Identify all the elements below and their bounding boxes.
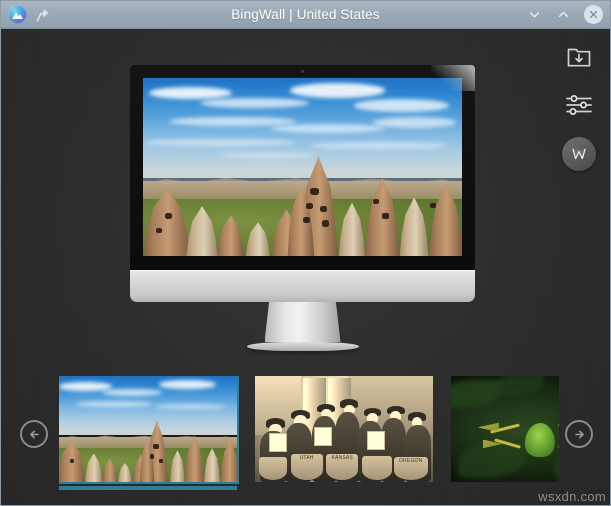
monitor-stand-neck <box>264 302 341 342</box>
carousel-prev-button[interactable] <box>20 420 48 448</box>
titlebar: BingWall | United States <box>1 1 610 29</box>
titlebar-left-controls <box>1 5 128 24</box>
list-item[interactable] <box>59 376 239 490</box>
banner-label-kansas: KANSAS <box>326 454 359 480</box>
webcam-dot <box>301 70 304 73</box>
selected-indicator <box>59 486 237 490</box>
bingwall-app-icon <box>8 5 27 24</box>
thumbnail-carousel: UTAH KANSAS OREGON <box>1 374 610 505</box>
bingwall-window: BingWall | United States UTAH KANSAS ORE… <box>0 0 611 506</box>
thumbnail-cappadocia[interactable] <box>59 376 239 484</box>
list-item[interactable] <box>451 376 559 482</box>
monitor-stand-base <box>246 342 359 351</box>
wallpaper-preview-image[interactable] <box>143 78 462 256</box>
window-controls <box>483 5 610 24</box>
pin-icon[interactable] <box>35 7 51 23</box>
main-content: UTAH KANSAS OREGON wsxdn.com <box>1 29 610 505</box>
sliders-icon[interactable] <box>562 89 596 121</box>
thumbnail-suffragettes[interactable]: UTAH KANSAS OREGON <box>255 376 433 482</box>
banner-label-oregon: OREGON <box>393 456 428 480</box>
monitor-chin <box>130 270 475 302</box>
banner-label-utah: UTAH <box>290 454 323 480</box>
monitor-preview <box>130 65 475 351</box>
site-watermark: wsxdn.com <box>538 489 606 504</box>
thumb-suffragettes-scene: UTAH KANSAS OREGON <box>255 376 433 482</box>
thumbnail-list: UTAH KANSAS OREGON <box>59 376 559 502</box>
carousel-next-button[interactable] <box>565 420 593 448</box>
chevron-down-icon[interactable] <box>526 6 543 23</box>
close-icon[interactable] <box>584 5 603 24</box>
folder-download-icon[interactable] <box>562 41 596 73</box>
thumb-cappadocia-scene <box>59 376 237 482</box>
thumbnail-flying-frog[interactable] <box>451 376 559 482</box>
side-toolbar <box>558 41 600 171</box>
set-wallpaper-button[interactable] <box>562 137 596 171</box>
chevron-up-icon[interactable] <box>555 6 572 23</box>
list-item[interactable]: UTAH KANSAS OREGON <box>255 376 433 482</box>
thumb-frog-scene <box>451 376 559 482</box>
monitor-bezel <box>130 65 475 270</box>
cappadocia-scene <box>143 78 462 256</box>
window-title: BingWall | United States <box>231 7 380 22</box>
